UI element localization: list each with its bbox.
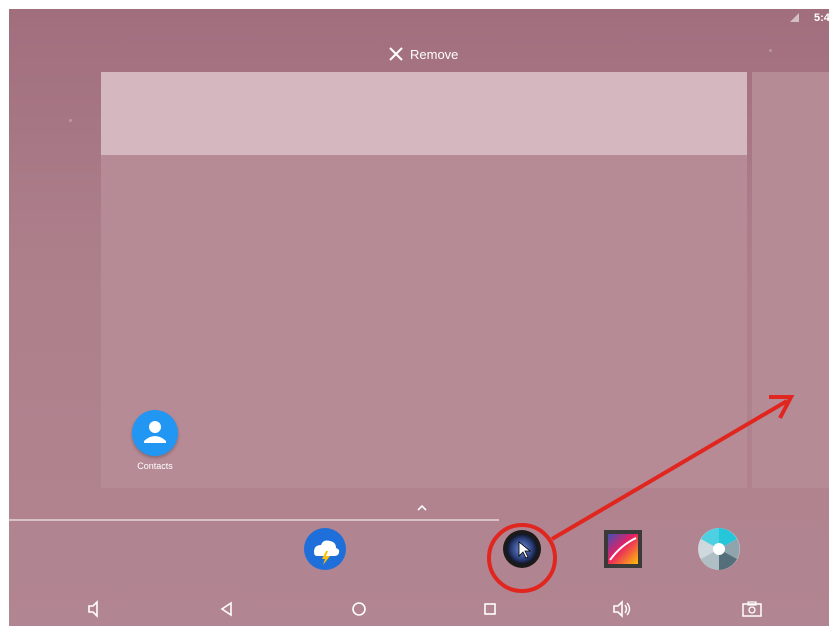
wallpaper-speck <box>769 49 772 52</box>
contacts-icon <box>132 410 178 456</box>
signal-icon <box>790 13 799 22</box>
remove-button[interactable]: Remove <box>389 43 458 65</box>
close-icon <box>389 47 403 61</box>
contacts-label: Contacts <box>137 461 173 471</box>
status-clock: 5:46 <box>814 12 829 24</box>
android-screen: 5:46 Remove Contacts <box>9 9 829 626</box>
gallery-app-icon[interactable] <box>601 527 645 571</box>
remove-label: Remove <box>410 46 459 62</box>
next-task-card[interactable] <box>752 72 829 488</box>
recents-icon[interactable] <box>477 596 503 622</box>
home-icon[interactable] <box>346 596 372 622</box>
contacts-shortcut[interactable]: Contacts <box>129 410 181 471</box>
camera-app-icon[interactable] <box>697 527 741 571</box>
screenshot-icon[interactable] <box>739 596 765 622</box>
dock <box>9 521 829 581</box>
screen-recorder-app-icon[interactable] <box>502 529 542 569</box>
volume-up-icon[interactable] <box>609 596 635 622</box>
volume-down-icon[interactable] <box>82 596 108 622</box>
navigation-bar <box>9 592 829 626</box>
status-bar: 5:46 <box>9 9 829 29</box>
recent-task-card[interactable] <box>101 72 747 488</box>
app-drawer-handle-icon[interactable] <box>416 501 428 515</box>
task-card-header <box>101 72 747 155</box>
back-icon[interactable] <box>214 596 240 622</box>
weather-app-icon[interactable] <box>303 527 347 571</box>
wallpaper-speck <box>69 119 72 122</box>
